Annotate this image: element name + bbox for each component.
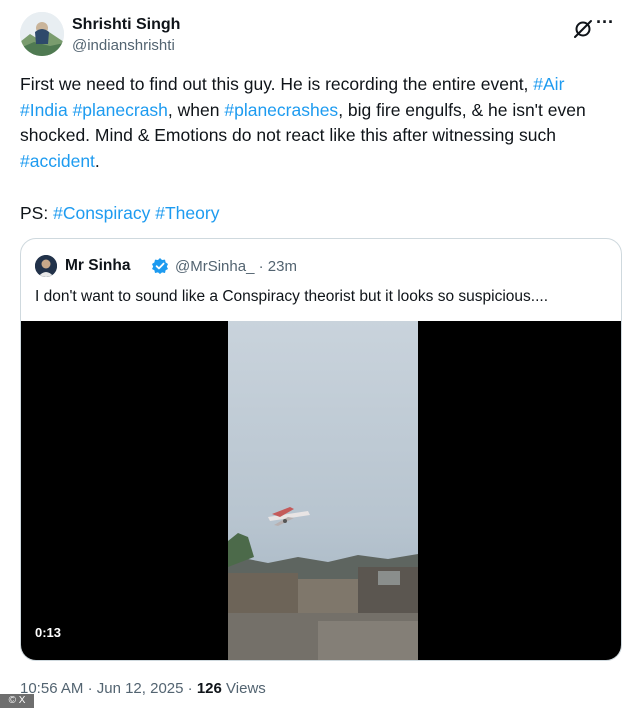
- tweet: Shrishti Singh @indianshrishti ··· First…: [0, 0, 634, 710]
- quoted-tweet[interactable]: Mr Sinha @MrSinha_ · 23m I don't want to…: [20, 238, 622, 661]
- video-duration: 0:13: [35, 625, 62, 640]
- quoted-author-handle: @MrSinha_: [175, 258, 255, 275]
- image-credit: © X: [0, 694, 34, 708]
- grok-icon[interactable]: [572, 18, 594, 40]
- tweet-header: Shrishti Singh @indianshrishti ···: [20, 12, 614, 60]
- quoted-author-avatar: [35, 255, 57, 277]
- verified-badge-icon: [151, 257, 169, 275]
- hashtag-link[interactable]: #planecrashes: [224, 100, 338, 120]
- more-icon[interactable]: ···: [596, 13, 614, 40]
- post-date[interactable]: Jun 12, 2025: [97, 680, 184, 697]
- tweet-text-segment: First we need to find out this guy. He i…: [20, 74, 534, 94]
- tweet-ps: PS: #Conspiracy #Theory: [20, 201, 219, 227]
- separator: ·: [87, 680, 93, 697]
- quoted-tweet-text: I don't want to sound like a Conspiracy …: [35, 288, 548, 305]
- hashtag-link[interactable]: #Conspiracy: [53, 203, 150, 223]
- author-handle[interactable]: @indianshrishti: [72, 37, 175, 54]
- hashtag-link[interactable]: #accident: [20, 151, 95, 171]
- views-count: 126: [196, 680, 222, 697]
- hashtag-link[interactable]: #Theory: [155, 203, 219, 223]
- video-frame: [228, 321, 418, 660]
- hashtag-link[interactable]: #planecrash: [73, 100, 168, 120]
- tweet-text: First we need to find out this guy. He i…: [20, 72, 614, 174]
- quoted-tweet-header: Mr Sinha @MrSinha_ · 23m: [35, 255, 595, 277]
- separator: ·: [258, 258, 264, 275]
- tweet-meta: 10:56 AM · Jun 12, 2025 · 126 Views: [20, 680, 266, 697]
- quoted-author-meta: @MrSinha_ · 23m: [175, 258, 297, 275]
- video-player[interactable]: 0:13: [21, 321, 621, 660]
- author-name[interactable]: Shrishti Singh: [72, 16, 180, 34]
- tweet-text-segment: , when: [167, 99, 225, 120]
- quoted-time: 23m: [267, 258, 297, 275]
- author-avatar[interactable]: [20, 12, 64, 56]
- views-label: Views: [226, 680, 266, 697]
- hashtag-link[interactable]: #India: [20, 100, 68, 120]
- tweet-text-segment: .: [94, 150, 100, 171]
- ps-label: PS:: [20, 203, 49, 223]
- quoted-author-name: Mr Sinha: [65, 257, 131, 274]
- separator: ·: [187, 680, 193, 697]
- hashtag-link[interactable]: #Air: [533, 74, 564, 94]
